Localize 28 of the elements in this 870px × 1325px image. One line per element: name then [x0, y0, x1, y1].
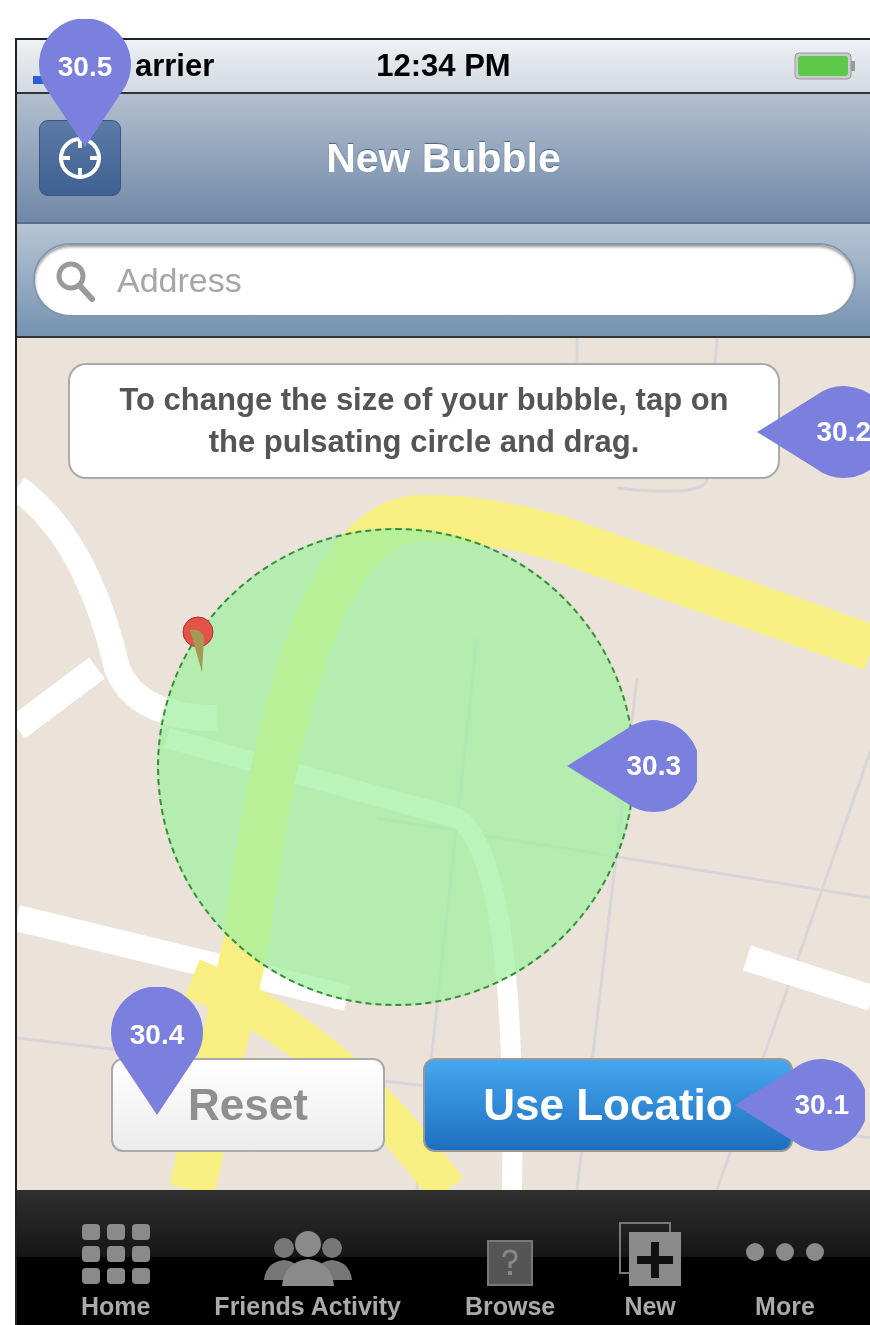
status-time: 12:34 PM	[376, 48, 511, 84]
tab-item[interactable]: Home	[81, 1190, 151, 1325]
locate-button[interactable]	[39, 120, 121, 196]
more-icon	[744, 1242, 825, 1262]
tab-item[interactable]: More	[744, 1190, 825, 1325]
annotation-marker: 30.1	[735, 1059, 865, 1151]
tab-label: More	[755, 1292, 815, 1321]
tab-item[interactable]: Browse	[464, 1190, 556, 1325]
grid-icon	[81, 1224, 150, 1286]
people-icon	[261, 1228, 354, 1286]
tab-label: Friends Activity	[214, 1292, 401, 1321]
help-box-icon	[487, 1240, 534, 1286]
annotation-marker: 30.3	[567, 720, 697, 812]
add-page-icon	[619, 1222, 682, 1286]
tab-label: Home	[81, 1292, 151, 1321]
tab-item[interactable]: Friends Activity	[214, 1190, 401, 1325]
tab-label: Browse	[464, 1292, 556, 1321]
tab-item[interactable]: New	[619, 1190, 682, 1325]
battery-icon	[794, 52, 856, 80]
use-location-button[interactable]: Use Locatio	[423, 1058, 793, 1152]
tab-label: New	[624, 1292, 676, 1321]
address-field[interactable]: Address	[33, 243, 856, 317]
annotation-marker: 30.5	[39, 19, 131, 147]
annotation-marker: 30.2	[757, 386, 870, 478]
carrier-name: arrier	[135, 48, 215, 84]
crosshair-icon	[56, 134, 104, 182]
instruction-tooltip: To change the size of your bubble, tap on the pulsating circle and drag.	[68, 363, 780, 479]
screen-title: New Bubble	[326, 134, 561, 182]
